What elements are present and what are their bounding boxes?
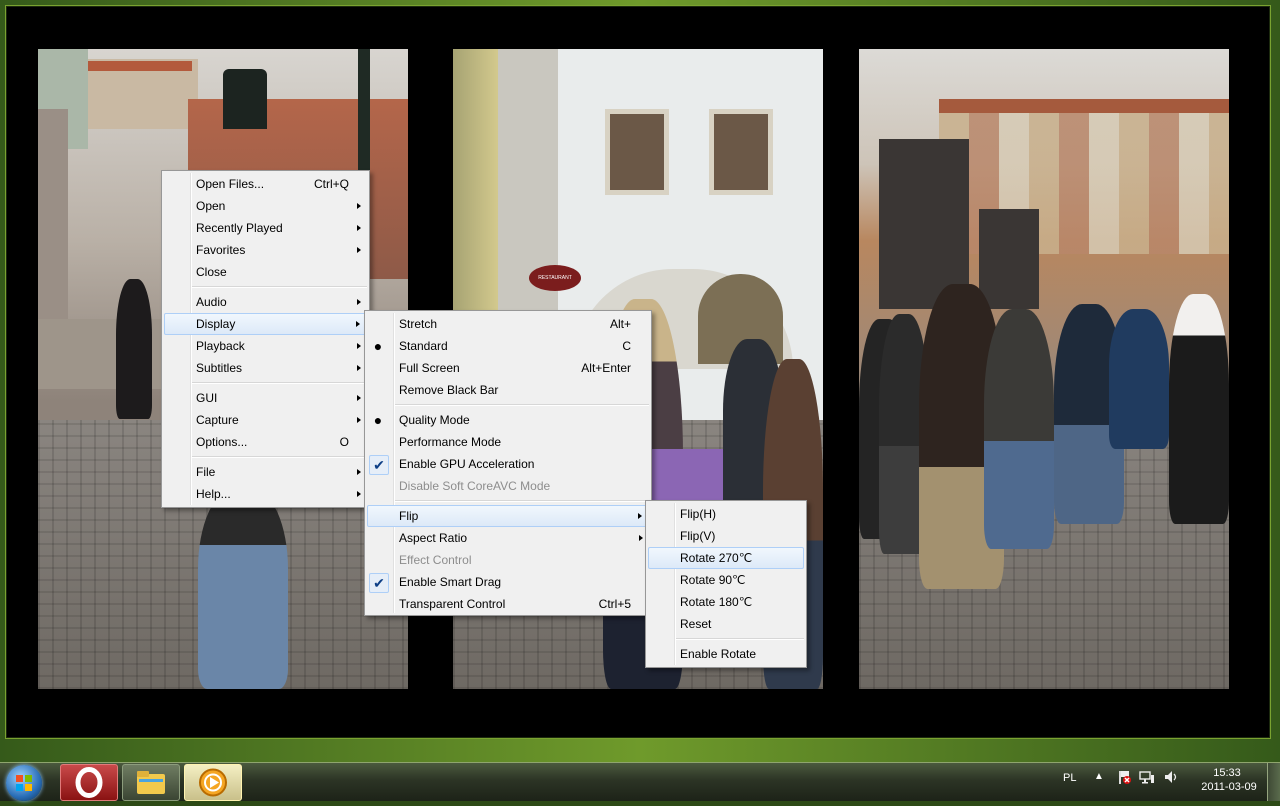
menu-separator <box>192 456 367 458</box>
action-center-flag-icon[interactable] <box>1116 769 1132 788</box>
menu-item-standard[interactable]: ● Standard C <box>365 335 651 357</box>
menu-item-playback[interactable]: Playback <box>162 335 369 357</box>
menu-separator <box>192 286 367 288</box>
menu-separator <box>395 500 649 502</box>
restaurant-sign: RESTAURANT <box>529 265 581 291</box>
menu-item-enable-smart-drag[interactable]: ✔ Enable Smart Drag <box>365 571 651 593</box>
menu-item-enable-rotate[interactable]: Enable Rotate <box>646 643 806 665</box>
show-hidden-icons-icon[interactable]: ▲ <box>1094 771 1104 782</box>
clock[interactable]: 15:33 2011-03-09 <box>1201 767 1256 793</box>
opera-icon <box>75 767 103 798</box>
submenu-arrow-icon <box>357 203 361 209</box>
menu-item-reset[interactable]: Reset <box>646 613 806 635</box>
menu-item-enable-gpu-acceleration[interactable]: ✔ Enable GPU Acceleration <box>365 453 651 475</box>
taskbar-app-opera[interactable] <box>60 764 118 801</box>
context-menu-flip: Flip(H) Flip(V) Rotate 270℃ Rotate 90℃ R… <box>645 500 807 668</box>
menu-item-open[interactable]: Open <box>162 195 369 217</box>
kmplayer-icon <box>199 768 227 797</box>
windows-logo-icon <box>16 775 32 791</box>
submenu-arrow-icon <box>639 535 643 541</box>
menu-item-aspect-ratio[interactable]: Aspect Ratio <box>365 527 651 549</box>
checkmark-icon: ✔ <box>369 455 389 475</box>
submenu-arrow-icon <box>357 343 361 349</box>
menu-item-rotate-90[interactable]: Rotate 90℃ <box>646 569 806 591</box>
menu-item-flip[interactable]: Flip <box>367 505 649 527</box>
menu-item-display[interactable]: Display <box>164 313 367 335</box>
menu-item-effect-control: Effect Control <box>399 553 472 567</box>
restaurant-sign-text: RESTAURANT <box>538 275 572 281</box>
menu-item-help[interactable]: Help... <box>162 483 369 505</box>
submenu-arrow-icon <box>357 395 361 401</box>
menu-separator <box>395 404 649 406</box>
menu-item-capture[interactable]: Capture <box>162 409 369 431</box>
folder-icon <box>137 771 165 794</box>
checkmark-icon: ✔ <box>369 573 389 593</box>
clock-date: 2011-03-09 <box>1201 781 1257 793</box>
taskbar-app-explorer[interactable] <box>122 764 180 801</box>
submenu-arrow-icon <box>357 299 361 305</box>
submenu-arrow-icon <box>357 247 361 253</box>
menu-separator <box>676 638 804 640</box>
submenu-arrow-icon <box>357 365 361 371</box>
menu-item-subtitles[interactable]: Subtitles <box>162 357 369 379</box>
network-icon[interactable] <box>1139 769 1155 788</box>
submenu-arrow-icon <box>357 417 361 423</box>
menu-item-stretch[interactable]: Stretch Alt+ <box>365 313 651 335</box>
menu-item-file[interactable]: File <box>162 461 369 483</box>
menu-item-open-files[interactable]: Open Files... Ctrl+Q <box>162 173 369 195</box>
menu-separator <box>192 382 367 384</box>
clock-time: 15:33 <box>1213 767 1241 779</box>
menu-item-gui[interactable]: GUI <box>162 387 369 409</box>
submenu-arrow-icon <box>638 513 642 519</box>
menu-item-transparent-control[interactable]: Transparent Control Ctrl+5 <box>365 593 651 615</box>
video-panel-right[interactable] <box>859 49 1229 689</box>
menu-item-audio[interactable]: Audio <box>162 291 369 313</box>
taskbar-app-kmplayer[interactable] <box>184 764 242 801</box>
menu-item-recently-played[interactable]: Recently Played <box>162 217 369 239</box>
menu-item-quality-mode[interactable]: ● Quality Mode <box>365 409 651 431</box>
submenu-arrow-icon <box>356 321 360 327</box>
menu-item-flip-h[interactable]: Flip(H) <box>646 503 806 525</box>
submenu-arrow-icon <box>357 225 361 231</box>
submenu-arrow-icon <box>357 491 361 497</box>
menu-item-remove-black-bar[interactable]: Remove Black Bar <box>365 379 651 401</box>
menu-item-performance-mode[interactable]: Performance Mode <box>365 431 651 453</box>
menu-item-disable-soft-coreavc: Disable Soft CoreAVC Mode <box>399 479 551 493</box>
radio-dot-icon: ● <box>373 338 383 354</box>
submenu-arrow-icon <box>357 469 361 475</box>
radio-dot-icon: ● <box>373 412 383 428</box>
taskbar: PL ▲ 15:33 2011-03-09 <box>0 762 1280 801</box>
start-button[interactable] <box>6 765 42 801</box>
context-menu-display: Stretch Alt+ ● Standard C Full Screen Alt+En… <box>364 310 652 616</box>
menu-item-options[interactable]: Options... O <box>162 431 369 453</box>
show-desktop-button[interactable] <box>1267 763 1280 801</box>
language-indicator[interactable]: PL <box>1063 772 1076 784</box>
menu-item-favorites[interactable]: Favorites <box>162 239 369 261</box>
menu-item-rotate-270[interactable]: Rotate 270℃ <box>648 547 804 569</box>
menu-item-close[interactable]: Close <box>162 261 369 283</box>
menu-item-full-screen[interactable]: Full Screen Alt+Enter <box>365 357 651 379</box>
context-menu-main: Open Files... Ctrl+Q Open Recently Played… <box>161 170 370 508</box>
volume-icon[interactable] <box>1163 769 1179 788</box>
menu-item-rotate-180[interactable]: Rotate 180℃ <box>646 591 806 613</box>
menu-item-flip-v[interactable]: Flip(V) <box>646 525 806 547</box>
